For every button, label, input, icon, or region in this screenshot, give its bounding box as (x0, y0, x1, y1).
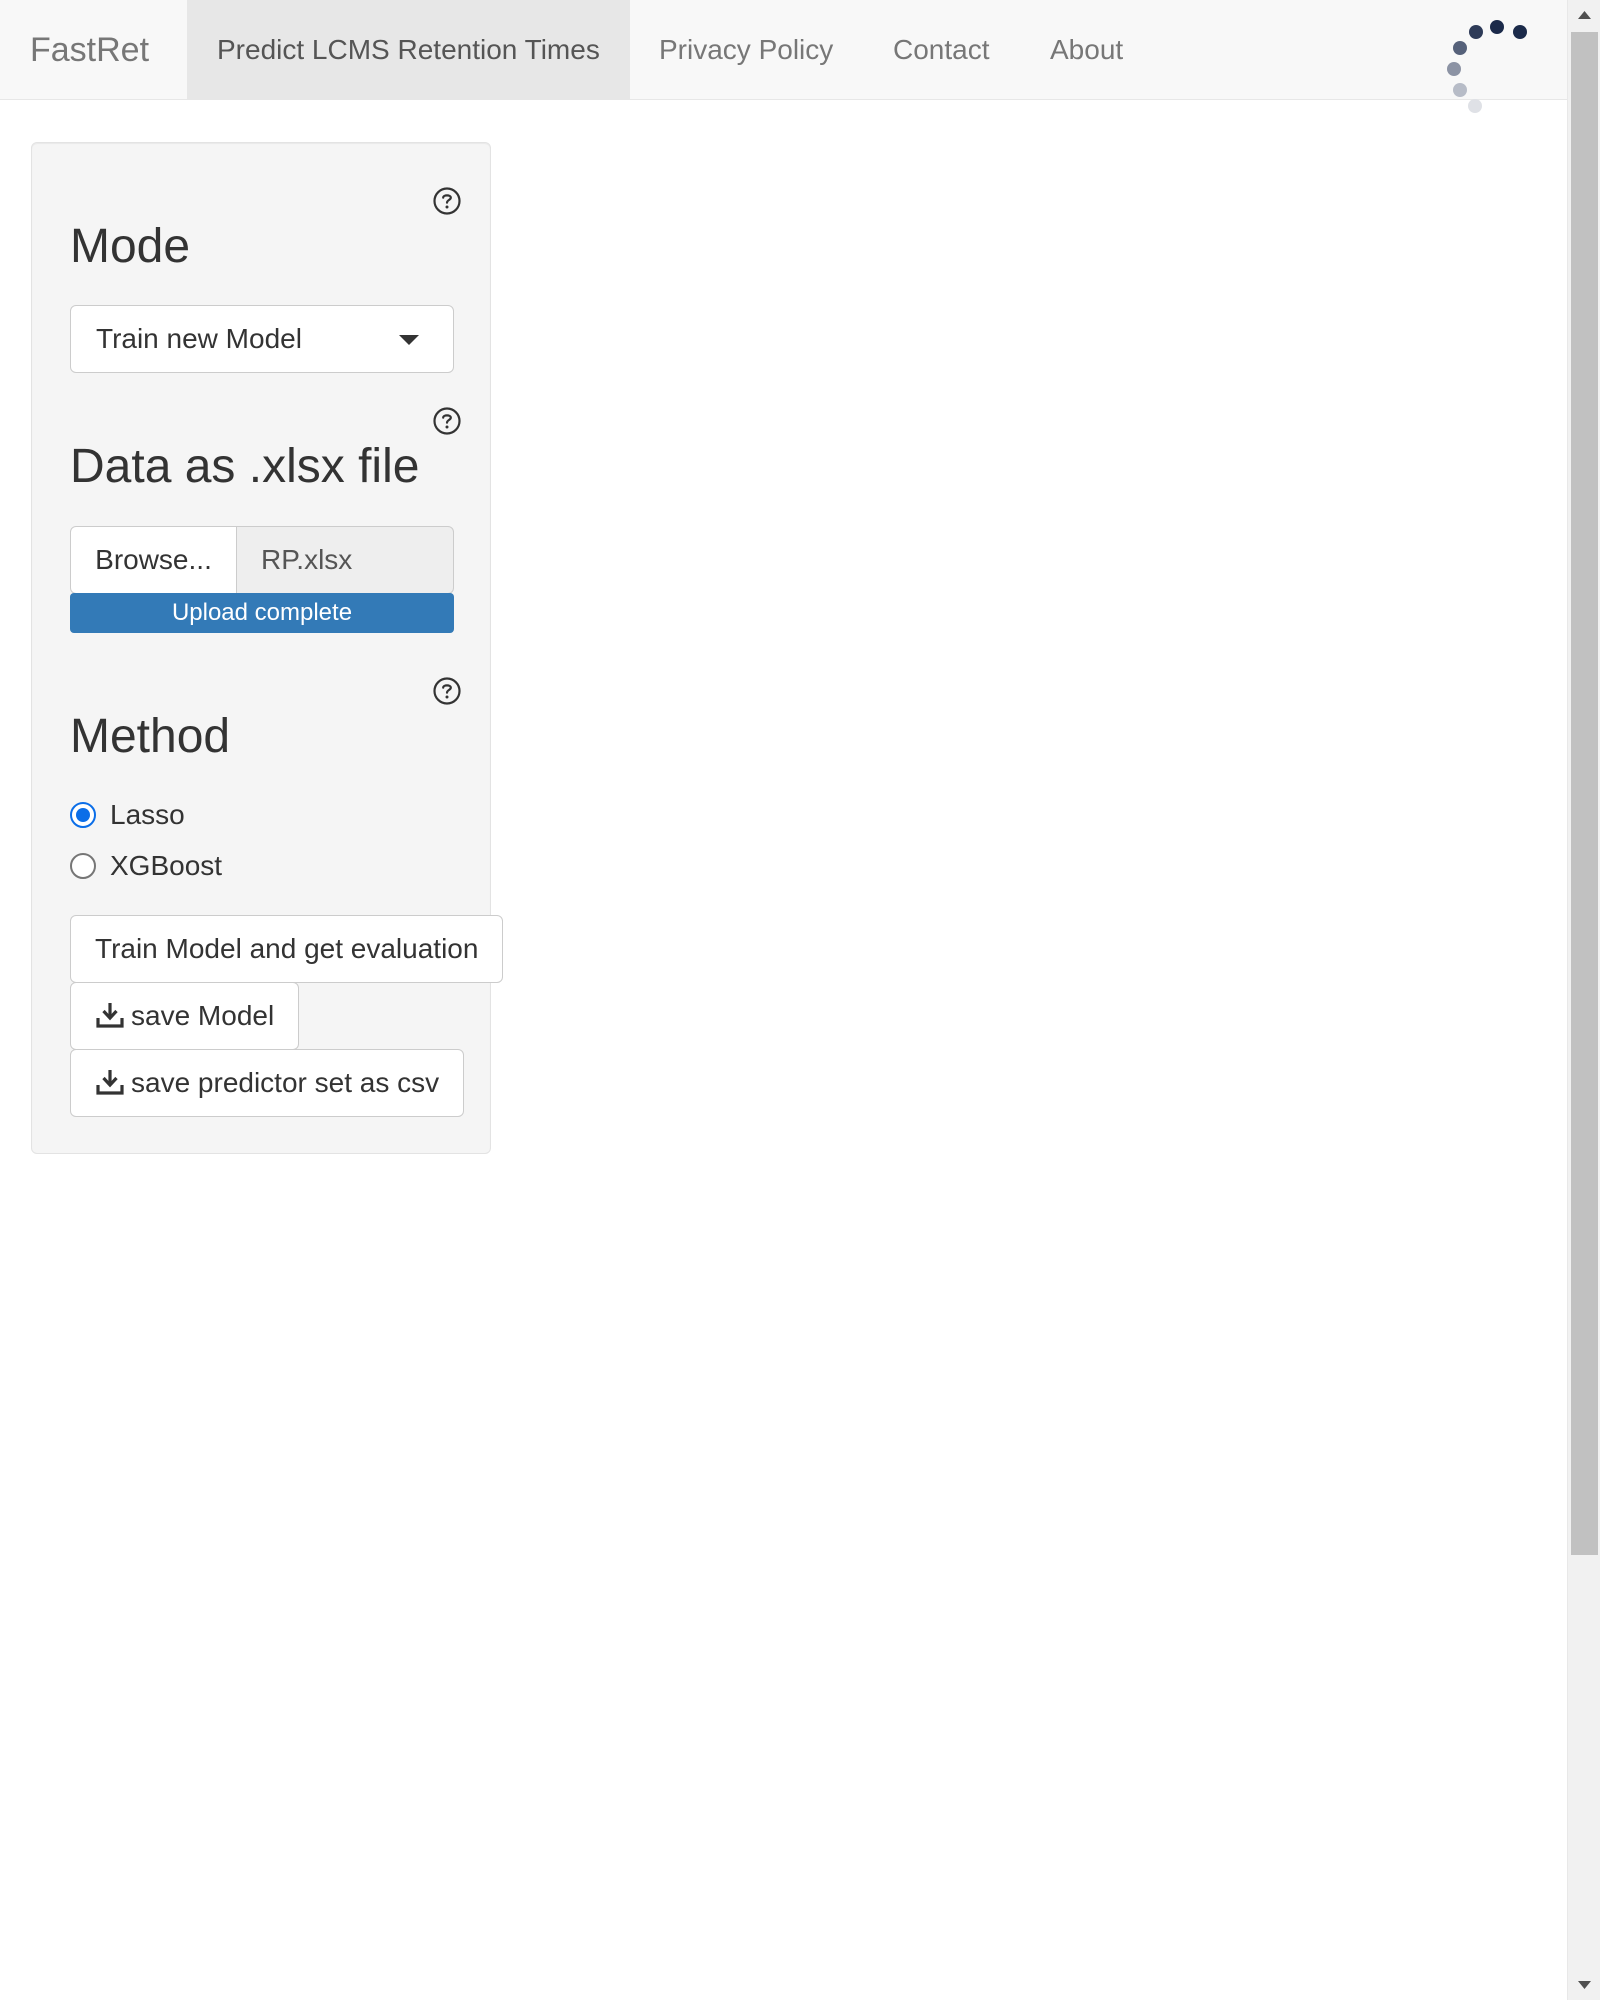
save-predictor-set-button[interactable]: save predictor set as csv (70, 1049, 465, 1117)
download-icon (96, 1069, 124, 1095)
navbar: FastRet Predict LCMS Retention Times Pri… (0, 0, 1567, 113)
question-circle-icon[interactable] (432, 676, 462, 706)
brand-logo[interactable]: FastRet (30, 0, 149, 100)
busy-spinner-icon (1447, 20, 1527, 113)
mode-select[interactable]: Train new Model (70, 305, 454, 373)
radio-label-xgboost: XGBoost (110, 850, 223, 881)
train-model-button[interactable]: Train Model and get evaluation (70, 915, 504, 983)
radio-button-lasso[interactable] (70, 802, 96, 828)
radio-button-xgboost[interactable] (70, 853, 96, 879)
download-icon (96, 1002, 124, 1028)
method-title: Method (70, 710, 231, 763)
file-name-field: RP.xlsx (236, 526, 454, 594)
scroll-down-arrow-icon[interactable] (1568, 1970, 1600, 2000)
scroll-up-arrow-icon[interactable] (1568, 0, 1600, 30)
upload-progress-bar: Upload complete (70, 593, 454, 633)
chevron-down-icon (399, 335, 419, 345)
tab-privacy-policy[interactable]: Privacy Policy (629, 0, 863, 100)
save-predictor-set-label: save predictor set as csv (131, 1067, 440, 1098)
radio-label-lasso: Lasso (110, 799, 185, 830)
tab-contact[interactable]: Contact (863, 0, 1020, 100)
file-input-group: Browse... RP.xlsx (70, 526, 454, 594)
save-model-label: save Model (131, 1000, 275, 1031)
sidebar-panel: Mode Train new Model Data as .xlsx file … (31, 142, 504, 1154)
upload-progress-label: Upload complete (171, 599, 353, 626)
tab-predict-lcms[interactable]: Predict LCMS Retention Times (187, 0, 630, 100)
mode-title: Mode (70, 220, 191, 273)
save-model-button[interactable]: save Model (70, 982, 300, 1050)
question-circle-icon[interactable] (432, 186, 462, 216)
mode-select-value: Train new Model (96, 323, 302, 354)
browse-button[interactable]: Browse... (70, 526, 237, 594)
question-circle-icon[interactable] (432, 406, 462, 436)
page-scrollbar[interactable] (1567, 0, 1600, 2000)
scroll-thumb[interactable] (1571, 32, 1598, 1555)
tab-about[interactable]: About (1020, 0, 1153, 100)
data-file-title: Data as .xlsx file (70, 440, 420, 493)
